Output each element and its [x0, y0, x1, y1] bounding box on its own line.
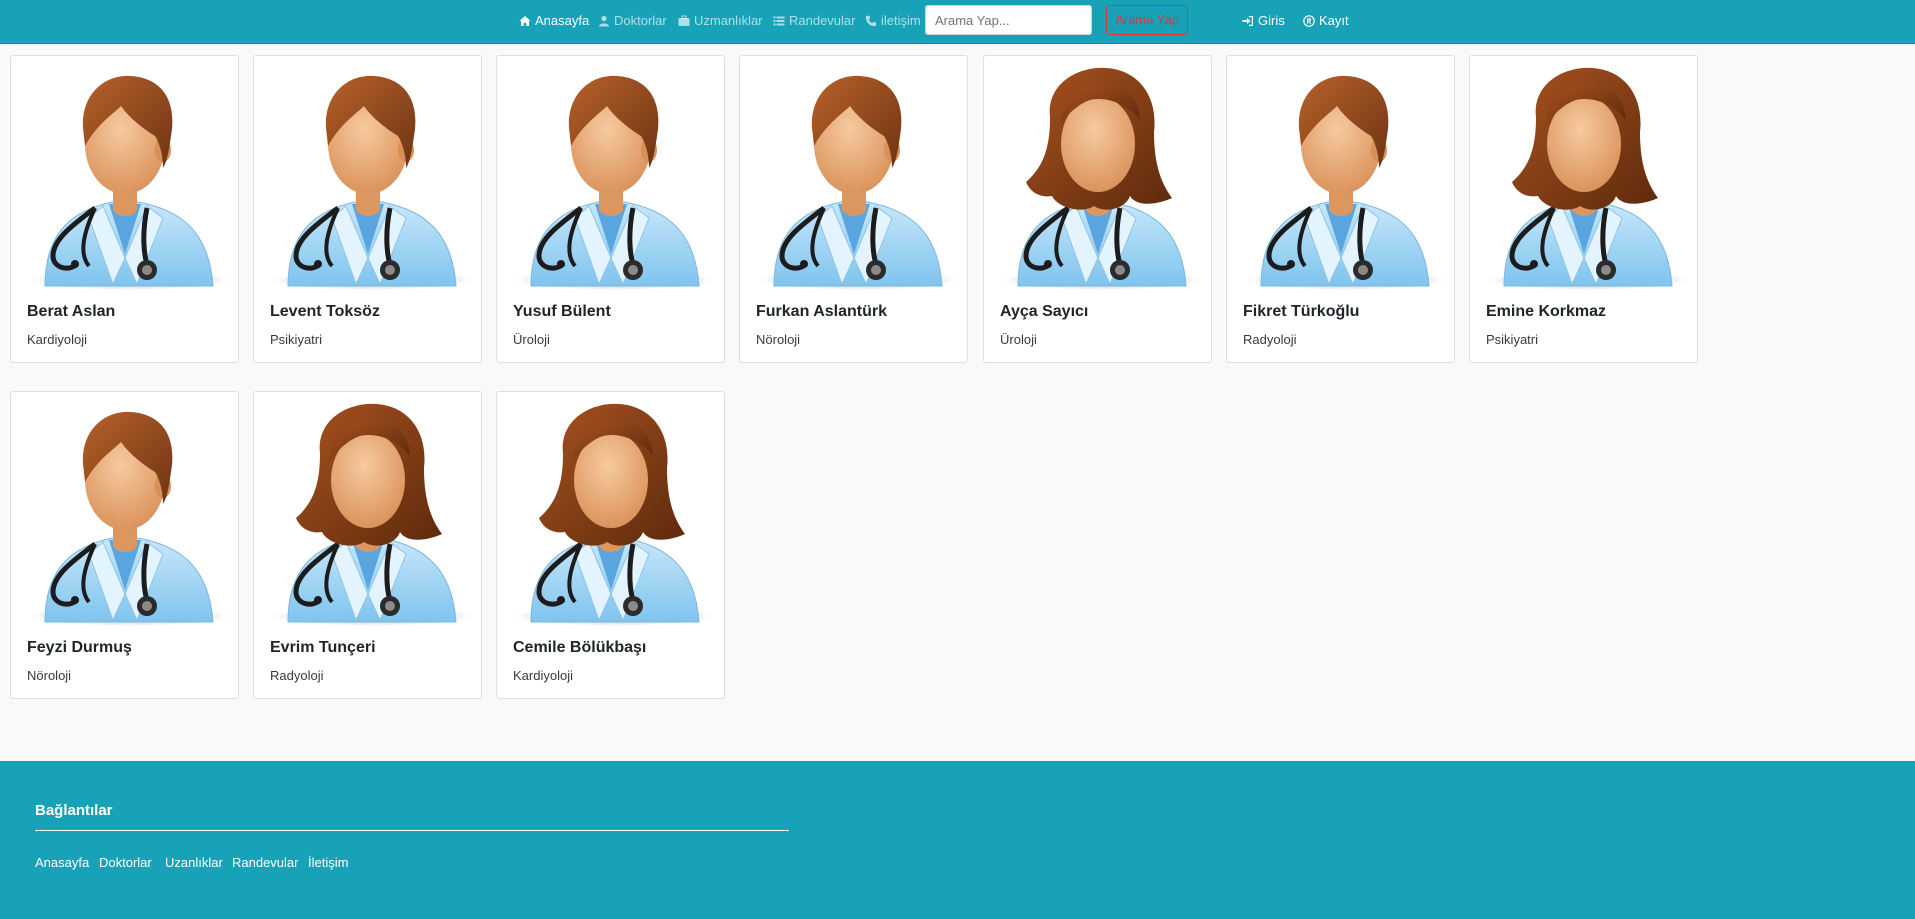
- male-doctor-icon: [260, 58, 475, 290]
- doctor-name: Levent Toksöz: [270, 303, 380, 320]
- doctor-name: Emine Korkmaz: [1486, 303, 1607, 320]
- home-icon: [519, 16, 531, 26]
- phone-icon: [865, 15, 877, 27]
- footer-link-anasayfa[interactable]: Anasayfa: [35, 855, 89, 870]
- nav-label: iletişim: [881, 13, 921, 28]
- registered-icon: [1303, 15, 1315, 27]
- search-button[interactable]: Arama Yap: [1106, 5, 1188, 35]
- briefcase-icon: [678, 15, 690, 26]
- doctor-card[interactable]: Berat Aslan Kardiyoloji: [10, 55, 239, 363]
- nav-link-iletisim[interactable]: iletişim: [865, 13, 921, 29]
- doctor-name: Fikret Türkoğlu: [1243, 303, 1360, 320]
- nav-link-anasayfa[interactable]: Anasayfa: [519, 13, 589, 29]
- male-doctor-icon: [17, 58, 232, 290]
- doctor-name: Furkan Aslantürk: [756, 303, 887, 320]
- nav-label: Randevular: [789, 13, 856, 28]
- top-navbar: Anasayfa Doktorlar Uzmanlıklar Randevula…: [0, 0, 1915, 44]
- doctor-specialty: Kardiyoloji: [27, 332, 87, 347]
- male-doctor-icon: [503, 58, 718, 290]
- footer-link-doktorlar[interactable]: Doktorlar: [99, 855, 152, 870]
- login-label: Giris: [1258, 13, 1285, 28]
- nav-link-doktorlar[interactable]: Doktorlar: [598, 13, 667, 29]
- doctor-card[interactable]: Levent Toksöz Psikiyatri: [253, 55, 482, 363]
- nav-label: Anasayfa: [535, 13, 590, 28]
- nav-label: Doktorlar: [614, 13, 667, 28]
- male-doctor-icon: [1233, 58, 1448, 290]
- nav-link-uzmanliklar[interactable]: Uzmanlıklar: [678, 13, 763, 29]
- doctor-name: Berat Aslan: [27, 303, 116, 320]
- male-doctor-icon: [17, 394, 232, 626]
- footer-link-uzmanliklar[interactable]: Uzanlıklar: [165, 855, 223, 870]
- doctor-specialty: Üroloji: [513, 332, 550, 347]
- footer-link-iletisim[interactable]: İletişim: [308, 855, 348, 870]
- nav-link-randevular[interactable]: Randevular: [773, 13, 856, 29]
- male-doctor-icon: [746, 58, 961, 290]
- footer-title: Bağlantılar: [35, 802, 113, 819]
- doctor-card[interactable]: Fikret Türkoğlu Radyoloji: [1226, 55, 1455, 363]
- doctor-card[interactable]: Ayça Sayıcı Üroloji: [983, 55, 1212, 363]
- doctor-card[interactable]: Yusuf Bülent Üroloji: [496, 55, 725, 363]
- doctor-name: Ayça Sayıcı: [1000, 303, 1089, 320]
- doctor-name: Cemile Bölükbaşı: [513, 639, 647, 656]
- doctor-specialty: Kardiyoloji: [513, 668, 573, 683]
- register-label: Kayıt: [1319, 13, 1349, 28]
- doctor-specialty: Nöroloji: [27, 668, 72, 683]
- search-input[interactable]: [925, 5, 1092, 35]
- user-icon: [599, 15, 609, 27]
- register-link[interactable]: Kayıt: [1303, 13, 1349, 29]
- doctor-specialty: Üroloji: [1000, 332, 1037, 347]
- doctor-card[interactable]: Cemile Bölükbaşı Kardiyoloji: [496, 391, 725, 699]
- doctor-card[interactable]: Feyzi Durmuş Nöroloji: [10, 391, 239, 699]
- doctor-specialty: Nöroloji: [756, 332, 801, 347]
- doctor-name: Feyzi Durmuş: [27, 639, 132, 656]
- doctor-card[interactable]: Furkan Aslantürk Nöroloji: [739, 55, 968, 363]
- login-link[interactable]: Giris: [1242, 13, 1285, 29]
- list-icon: [773, 16, 785, 26]
- doctor-name: Evrim Tunçeri: [270, 639, 376, 656]
- doctor-specialty: Radyoloji: [1243, 332, 1297, 347]
- female-doctor-icon: [990, 58, 1205, 290]
- nav-label: Uzmanlıklar: [694, 13, 763, 28]
- doctor-specialty: Psikiyatri: [1486, 332, 1539, 347]
- doctor-card[interactable]: Evrim Tunçeri Radyoloji: [253, 391, 482, 699]
- doctor-name: Yusuf Bülent: [513, 303, 611, 320]
- doctor-card[interactable]: Emine Korkmaz Psikiyatri: [1469, 55, 1698, 363]
- doctor-specialty: Psikiyatri: [270, 332, 323, 347]
- footer-link-randevular[interactable]: Randevular: [232, 855, 299, 870]
- footer: Bağlantılar Anasayfa Doktorlar Uzanlıkla…: [0, 761, 1915, 919]
- female-doctor-icon: [503, 394, 718, 626]
- doctor-specialty: Radyoloji: [270, 668, 324, 683]
- female-doctor-icon: [1476, 58, 1691, 290]
- female-doctor-icon: [260, 394, 475, 626]
- footer-divider: [35, 830, 789, 831]
- sign-in-icon: [1242, 16, 1253, 26]
